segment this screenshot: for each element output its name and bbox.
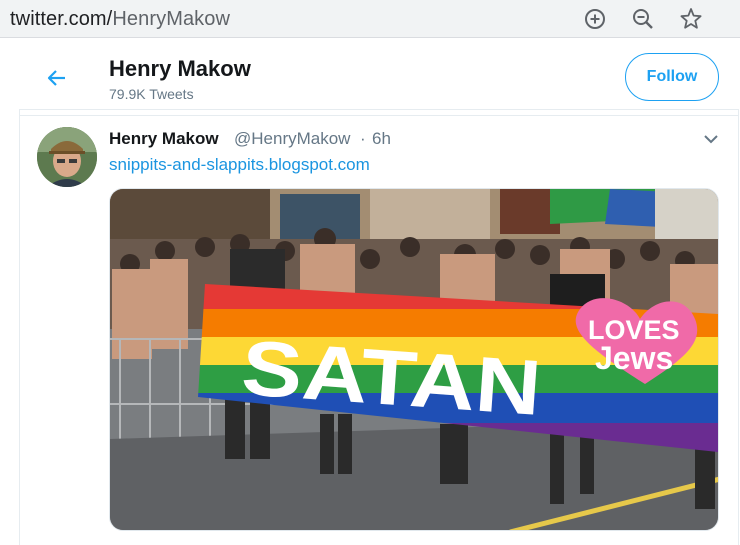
url-path: HenryMakow — [112, 8, 231, 30]
tweet-link[interactable]: snippits-and-slappits.blogspot.com — [109, 155, 370, 175]
follow-button[interactable]: Follow — [625, 53, 719, 101]
avatar-image — [37, 127, 97, 187]
zoom-out-icon[interactable] — [630, 6, 656, 32]
tweet-image[interactable]: SATAN LOVES Jews — [109, 188, 719, 531]
add-circle-icon[interactable] — [582, 6, 608, 32]
tweet-photo-scene: SATAN LOVES Jews — [110, 189, 718, 530]
heart-text-line2: Jews — [595, 340, 673, 376]
url-text[interactable]: twitter.com/HenryMakow — [10, 8, 230, 31]
back-arrow-icon[interactable] — [45, 66, 69, 90]
tweet-separator: · — [360, 129, 366, 148]
tweet-timestamp[interactable]: 6h — [372, 129, 391, 149]
avatar[interactable] — [37, 127, 97, 187]
browser-address-bar[interactable]: twitter.com/HenryMakow — [0, 0, 740, 38]
profile-name: Henry Makow — [109, 56, 251, 81]
star-icon[interactable] — [678, 6, 704, 32]
tweet-author-name[interactable]: Henry Makow — [109, 129, 219, 149]
url-host: twitter.com/ — [10, 8, 113, 30]
tweet-author-handle[interactable]: @HenryMakow — [234, 129, 350, 149]
profile-header: Henry Makow 79.9K Tweets Follow — [19, 46, 739, 110]
tweet-count: 79.9K Tweets — [109, 86, 194, 102]
section-divider — [19, 111, 739, 116]
chevron-down-icon[interactable] — [702, 132, 720, 146]
